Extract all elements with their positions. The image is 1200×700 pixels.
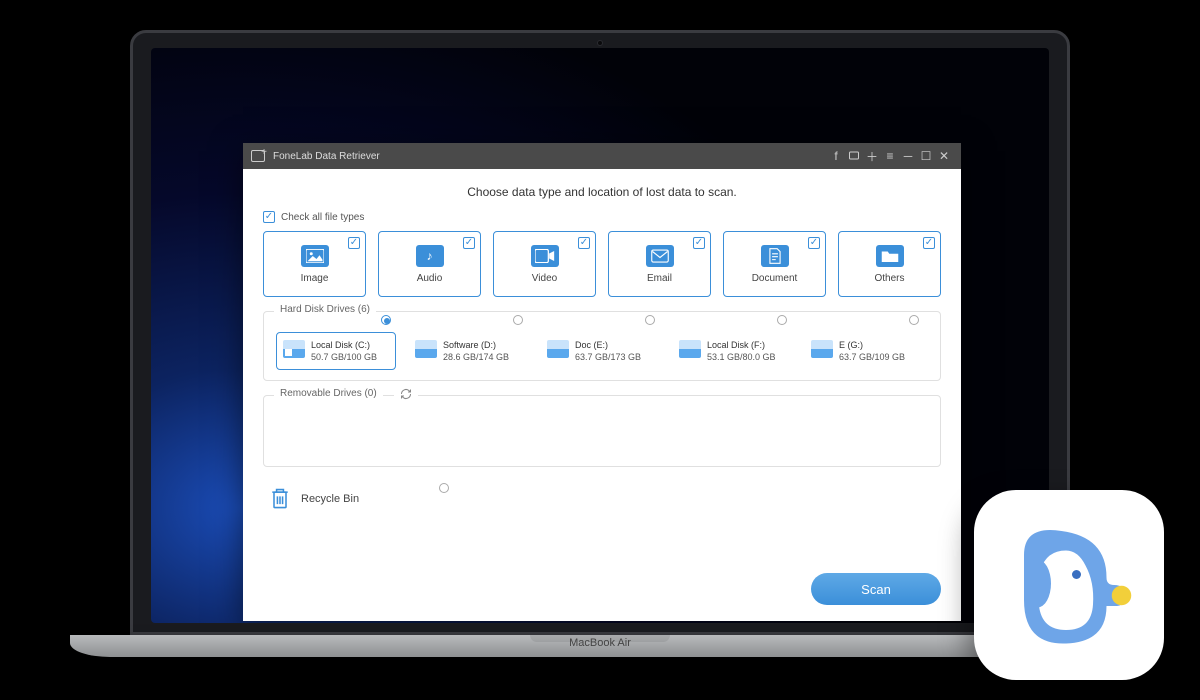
camera-dot <box>597 40 603 46</box>
footer-row: Scan <box>263 573 941 605</box>
type-checkbox[interactable] <box>808 237 820 249</box>
drive-size: 28.6 GB/174 GB <box>443 351 509 363</box>
recycle-radio[interactable] <box>439 483 449 493</box>
drive-name: Local Disk (F:) <box>707 339 776 351</box>
dog-logo-icon <box>994 510 1144 660</box>
menu-icon[interactable]: ≡ <box>881 147 899 165</box>
trash-icon <box>269 487 291 511</box>
type-label: Video <box>532 273 557 284</box>
laptop-screen: FoneLab Data Retriever f ＋ ≡ ─ ☐ ✕ Choos… <box>151 48 1049 623</box>
type-label: Document <box>752 273 798 284</box>
type-checkbox[interactable] <box>923 237 935 249</box>
laptop-bezel: FoneLab Data Retriever f ＋ ≡ ─ ☐ ✕ Choos… <box>130 30 1070 635</box>
feedback-icon[interactable] <box>845 147 863 165</box>
drive-name: Doc (E:) <box>575 339 641 351</box>
recycle-bin-row[interactable]: Recycle Bin <box>263 481 941 515</box>
type-card-others[interactable]: Others <box>838 231 941 297</box>
drive-size: 50.7 GB/100 GB <box>311 351 377 363</box>
drive-size: 53.1 GB/80.0 GB <box>707 351 776 363</box>
type-checkbox[interactable] <box>463 237 475 249</box>
image-icon <box>301 245 329 267</box>
check-all-row[interactable]: Check all file types <box>263 211 941 223</box>
drive-size: 63.7 GB/173 GB <box>575 351 641 363</box>
drive-item[interactable]: Doc (E:) 63.7 GB/173 GB <box>540 332 660 370</box>
laptop-base: MacBook Air <box>70 635 1130 657</box>
type-card-image[interactable]: Image <box>263 231 366 297</box>
drives-row: Local Disk (C:) 50.7 GB/100 GB Software … <box>276 332 928 370</box>
drive-icon <box>283 340 305 358</box>
laptop-model-label: MacBook Air <box>70 637 1130 649</box>
type-card-audio[interactable]: ♪ Audio <box>378 231 481 297</box>
type-checkbox[interactable] <box>348 237 360 249</box>
laptop-frame: FoneLab Data Retriever f ＋ ≡ ─ ☐ ✕ Choos… <box>130 30 1070 660</box>
page-heading: Choose data type and location of lost da… <box>263 185 941 199</box>
hard-disk-title: Hard Disk Drives (6) <box>274 304 376 315</box>
plus-icon[interactable]: ＋ <box>863 147 881 165</box>
recycle-bin-label: Recycle Bin <box>301 493 359 505</box>
drive-icon <box>679 340 701 358</box>
product-logo-badge <box>974 490 1164 680</box>
drive-icon <box>415 340 437 358</box>
type-card-document[interactable]: Document <box>723 231 826 297</box>
titlebar: FoneLab Data Retriever f ＋ ≡ ─ ☐ ✕ <box>243 143 961 169</box>
window-title: FoneLab Data Retriever <box>273 151 380 162</box>
drive-item[interactable]: E (G:) 63.7 GB/109 GB <box>804 332 924 370</box>
type-label: Image <box>301 273 329 284</box>
type-checkbox[interactable] <box>693 237 705 249</box>
removable-section: Removable Drives (0) <box>263 395 941 467</box>
maximize-icon[interactable]: ☐ <box>917 147 935 165</box>
drive-name: E (G:) <box>839 339 905 351</box>
drive-radio[interactable] <box>381 315 391 325</box>
document-icon <box>761 245 789 267</box>
drive-name: Software (D:) <box>443 339 509 351</box>
video-icon <box>531 245 559 267</box>
drive-item[interactable]: Local Disk (F:) 53.1 GB/80.0 GB <box>672 332 792 370</box>
type-checkbox[interactable] <box>578 237 590 249</box>
drive-item[interactable]: Local Disk (C:) 50.7 GB/100 GB <box>276 332 396 370</box>
app-icon <box>251 150 265 162</box>
scan-button[interactable]: Scan <box>811 573 941 605</box>
folder-icon <box>876 245 904 267</box>
close-icon[interactable]: ✕ <box>935 147 953 165</box>
check-all-checkbox[interactable] <box>263 211 275 223</box>
app-window: FoneLab Data Retriever f ＋ ≡ ─ ☐ ✕ Choos… <box>243 143 961 621</box>
type-card-video[interactable]: Video <box>493 231 596 297</box>
drive-radio[interactable] <box>645 315 655 325</box>
drive-radio[interactable] <box>909 315 919 325</box>
facebook-icon[interactable]: f <box>827 147 845 165</box>
drive-name: Local Disk (C:) <box>311 339 377 351</box>
type-label: Audio <box>417 273 443 284</box>
removable-title: Removable Drives (0) <box>274 388 383 399</box>
type-card-email[interactable]: Email <box>608 231 711 297</box>
app-content: Choose data type and location of lost da… <box>243 169 961 621</box>
drive-size: 63.7 GB/109 GB <box>839 351 905 363</box>
check-all-label: Check all file types <box>281 212 364 223</box>
type-label: Email <box>647 273 672 284</box>
refresh-icon[interactable] <box>394 388 418 403</box>
drive-icon <box>547 340 569 358</box>
type-label: Others <box>874 273 904 284</box>
file-type-grid: Image ♪ Audio Video <box>263 231 941 297</box>
drive-item[interactable]: Software (D:) 28.6 GB/174 GB <box>408 332 528 370</box>
minimize-icon[interactable]: ─ <box>899 147 917 165</box>
audio-icon: ♪ <box>416 245 444 267</box>
hard-disk-section: Hard Disk Drives (6) Local Disk (C:) 50.… <box>263 311 941 381</box>
drive-radio[interactable] <box>513 315 523 325</box>
email-icon <box>646 245 674 267</box>
drive-icon <box>811 340 833 358</box>
drive-radio[interactable] <box>777 315 787 325</box>
